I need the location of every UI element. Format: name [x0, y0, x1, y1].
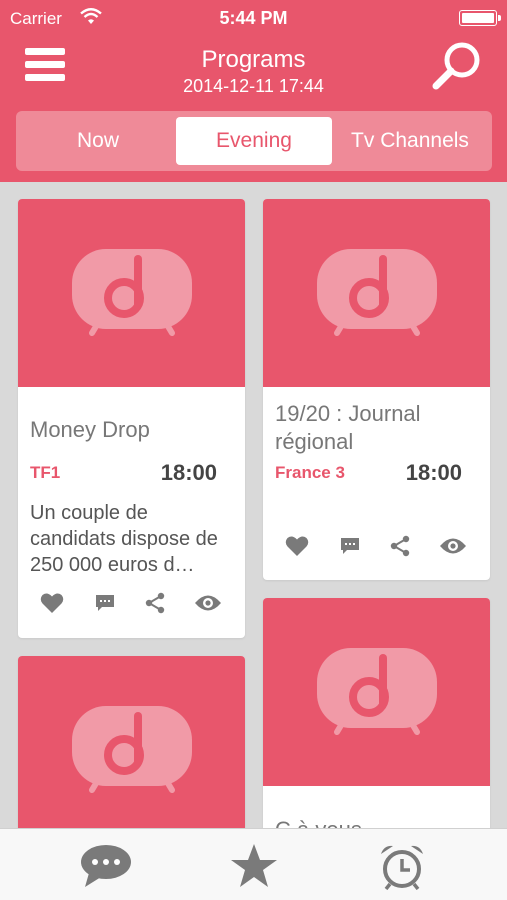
app-header: Carrier 5:44 PM Programs 2014-12-11 17:4…	[0, 0, 507, 182]
tab-alarms[interactable]	[374, 841, 430, 891]
status-time: 5:44 PM	[219, 8, 288, 28]
bottom-tab-bar	[0, 828, 507, 900]
eye-icon	[440, 538, 466, 554]
star-icon	[231, 844, 277, 887]
battery-icon	[459, 10, 501, 26]
share-button[interactable]	[386, 533, 414, 559]
watch-button[interactable]	[194, 590, 222, 616]
share-icon	[390, 535, 410, 557]
program-time: 18:00	[405, 460, 462, 485]
card-actions	[263, 533, 490, 563]
program-thumbnail	[18, 199, 245, 387]
program-card[interactable]: 19/20 : Journal régional France 3 18:00	[263, 199, 490, 580]
program-card[interactable]: C à vous	[263, 598, 490, 858]
program-card[interactable]	[18, 656, 245, 856]
comment-icon	[341, 538, 359, 554]
program-description: Un couple de candidats dispose de 250 00…	[30, 502, 218, 576]
program-card[interactable]: Money Drop TF1 18:00 Un couple de candid…	[18, 199, 245, 638]
program-thumbnail	[263, 598, 490, 786]
tv-logo-icon	[71, 249, 192, 336]
program-channel: TF1	[30, 463, 61, 482]
chat-bubbles-icon	[81, 845, 131, 887]
search-button[interactable]	[432, 40, 484, 92]
tab-evening[interactable]: Evening	[176, 117, 332, 165]
page-title: Programs	[201, 46, 306, 73]
tv-logo-icon	[316, 249, 437, 336]
tab-now[interactable]: Now	[20, 117, 176, 165]
alarm-clock-icon	[381, 845, 423, 890]
heart-icon	[40, 593, 64, 613]
heart-icon	[285, 536, 309, 556]
comment-button[interactable]	[91, 590, 119, 616]
tv-logo-icon	[71, 706, 192, 793]
like-button[interactable]	[283, 533, 311, 559]
program-thumbnail	[263, 199, 490, 387]
search-icon	[432, 42, 480, 90]
segmented-control: Now Evening Tv Channels	[16, 111, 492, 171]
eye-icon	[195, 595, 221, 611]
like-button[interactable]	[38, 590, 66, 616]
program-channel: France 3	[275, 463, 345, 482]
page-subtitle-date: 2014-12-11 17:44	[183, 76, 324, 96]
tab-favorites[interactable]	[226, 841, 282, 891]
tv-logo-icon	[316, 648, 437, 735]
tab-tv-channels[interactable]: Tv Channels	[332, 117, 488, 165]
program-thumbnail	[18, 656, 245, 844]
tab-messages[interactable]	[78, 841, 134, 891]
program-title: Money Drop	[30, 417, 150, 442]
comment-icon	[96, 595, 114, 611]
watch-button[interactable]	[439, 533, 467, 559]
comment-button[interactable]	[336, 533, 364, 559]
share-button[interactable]	[141, 590, 169, 616]
card-actions	[18, 590, 245, 620]
status-bar: Carrier 5:44 PM	[0, 0, 507, 36]
share-icon	[145, 592, 165, 614]
program-time: 18:00	[160, 460, 217, 485]
program-title: 19/20 : Journal régional	[275, 401, 421, 454]
